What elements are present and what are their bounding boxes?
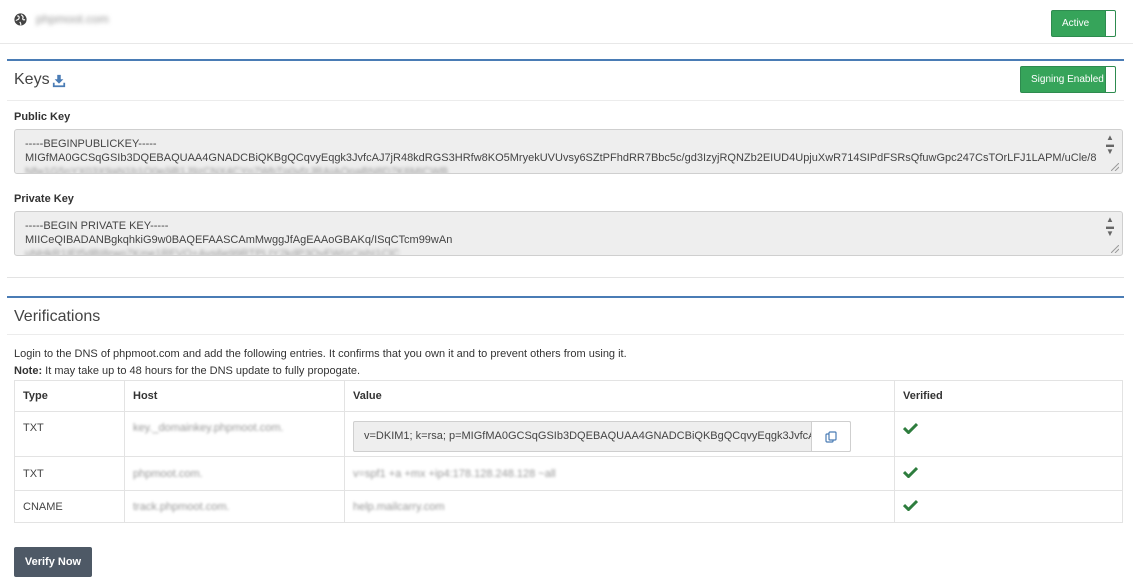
record-value-text: v=spf1 +a +mx +ip4:178.128.248.128 ~all — [353, 467, 556, 480]
key-line: MIICeQIBADANBgkqhkiG9w0BAQEFAASCAmMwggJf… — [25, 234, 453, 246]
active-toggle-label: Active — [1062, 18, 1090, 29]
record-host-text: phpmoot.com. — [133, 467, 203, 480]
record-type: CNAME — [14, 490, 125, 523]
key-line: uNHkR1IEt5dBI8rwo7Kme1RFVQ+Avs6e99RTPLtY… — [25, 248, 400, 256]
private-key-textarea[interactable]: -----BEGIN PRIVATE KEY----- MIICeQIBADAN… — [14, 211, 1123, 256]
signing-toggle-label: Signing Enabled — [1031, 74, 1104, 85]
column-header: Verified — [894, 380, 1123, 412]
public-key-textarea[interactable]: -----BEGINPUBLICKEY----- MIGfMA0GCSqGSIb… — [14, 129, 1123, 174]
active-toggle[interactable]: Active — [1051, 10, 1116, 37]
check-icon — [902, 499, 919, 512]
key-line: Nfw1G5nYX03X9aN1b1Q0e/iiB1J9zCNX4CYn7WbT… — [25, 166, 449, 174]
record-host: key._domainkey.phpmoot.com. — [124, 411, 345, 457]
globe-icon — [14, 13, 27, 26]
public-key-label: Public Key — [14, 111, 71, 123]
record-host: phpmoot.com. — [124, 456, 345, 491]
keys-panel: Keys Signing Enabled Public Key -----BEG… — [7, 59, 1124, 278]
toggle-knob — [1105, 67, 1115, 92]
divider — [7, 100, 1124, 101]
note-label: Note: — [14, 365, 43, 377]
record-value: help.mailcarry.com — [344, 490, 895, 523]
table-row: TXT key._domainkey.phpmoot.com. v=DKIM1;… — [14, 411, 1123, 457]
download-icon[interactable] — [52, 74, 66, 88]
key-line: -----BEGIN PRIVATE KEY----- — [25, 220, 169, 232]
verifications-note: Note: It may take up to 48 hours for the… — [14, 365, 360, 377]
copy-button[interactable] — [811, 420, 851, 452]
domain-name: phpmoot.com — [36, 12, 109, 26]
verified-cell — [894, 456, 1123, 491]
resize-handle-icon[interactable] — [1111, 163, 1119, 171]
check-icon — [902, 466, 919, 479]
keys-title: Keys — [14, 71, 50, 88]
toggle-knob — [1105, 11, 1115, 36]
column-header: Type — [14, 380, 125, 412]
record-value: v=DKIM1; k=rsa; p=MIGfMA0GCSqGSIb3DQEBAQ… — [344, 411, 895, 457]
table-header-row: Type Host Value Verified — [14, 380, 1123, 412]
verifications-title: Verifications — [14, 308, 101, 325]
copy-icon — [825, 430, 837, 443]
note-text: It may take up to 48 hours for the DNS u… — [42, 365, 361, 377]
value-text: v=DKIM1; k=rsa; p=MIGfMA0GCSqGSIb3DQEBAQ… — [364, 429, 814, 442]
scroll-arrows-icon[interactable]: ▲ ▬ ▼ — [1106, 216, 1114, 238]
verified-cell — [894, 490, 1123, 523]
verify-now-button[interactable]: Verify Now — [14, 547, 92, 577]
verified-cell — [894, 411, 1123, 457]
verifications-panel: Verifications Login to the DNS of phpmoo… — [7, 296, 1124, 526]
table-row: CNAME track.phpmoot.com. help.mailcarry.… — [14, 490, 1123, 523]
column-header: Host — [124, 380, 345, 412]
scroll-arrows-icon[interactable]: ▲ ▬ ▼ — [1106, 134, 1114, 156]
value-input[interactable]: v=DKIM1; k=rsa; p=MIGfMA0GCSqGSIb3DQEBAQ… — [353, 420, 851, 452]
table-row: TXT phpmoot.com. v=spf1 +a +mx +ip4:178.… — [14, 456, 1123, 491]
record-host-text: key._domainkey.phpmoot.com. — [133, 422, 284, 434]
key-line: MIGfMA0GCSqGSIb3DQEBAQUAA4GNADCBiQKBgQCq… — [25, 152, 1097, 164]
domain-header: phpmoot.com Active — [0, 0, 1133, 44]
divider — [7, 334, 1124, 335]
record-host: track.phpmoot.com. — [124, 490, 345, 523]
verifications-intro: Login to the DNS of phpmoot.com and add … — [14, 348, 627, 360]
record-value: v=spf1 +a +mx +ip4:178.128.248.128 ~all — [344, 456, 895, 491]
check-icon — [902, 422, 919, 435]
column-header: Value — [344, 380, 895, 412]
record-value-text: help.mailcarry.com — [353, 500, 445, 513]
signing-toggle[interactable]: Signing Enabled — [1020, 66, 1116, 93]
key-line: -----BEGINPUBLICKEY----- — [25, 138, 157, 150]
resize-handle-icon[interactable] — [1111, 245, 1119, 253]
record-host-text: track.phpmoot.com. — [133, 500, 230, 513]
record-type: TXT — [14, 411, 125, 457]
dns-records-table: Type Host Value Verified TXT key._domain… — [14, 380, 1123, 523]
record-type: TXT — [14, 456, 125, 491]
private-key-label: Private Key — [14, 193, 74, 205]
